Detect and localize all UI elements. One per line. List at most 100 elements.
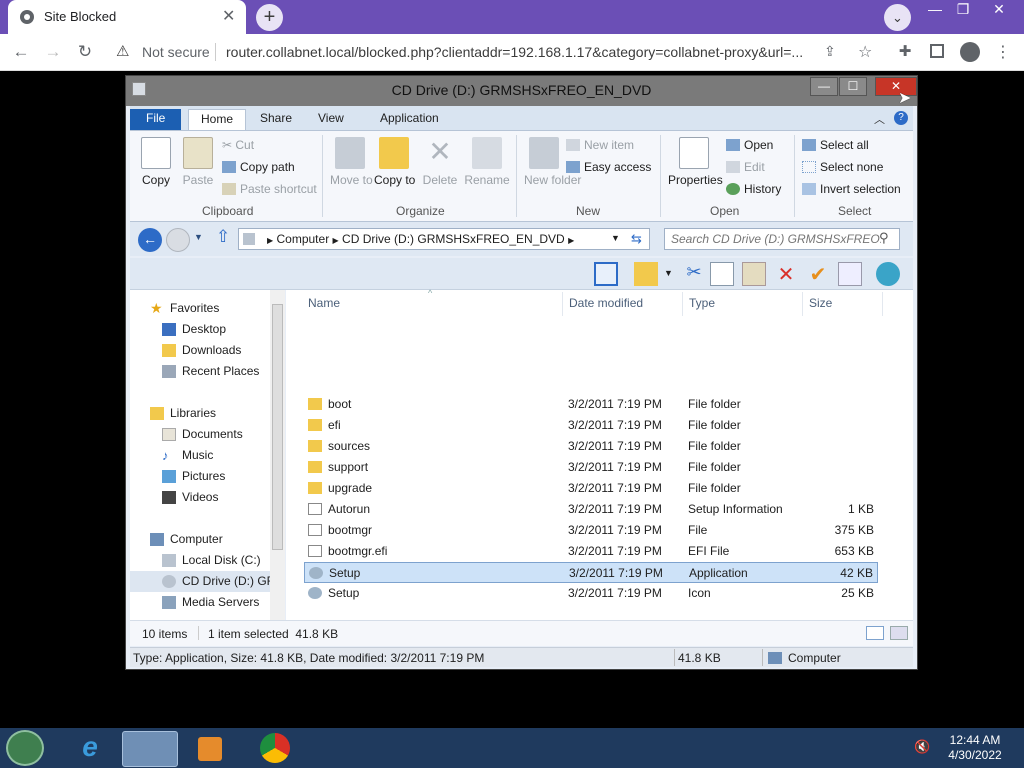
globe-icon[interactable] <box>876 262 900 286</box>
nav-libraries[interactable]: Libraries <box>146 403 216 424</box>
browser-close-button[interactable]: ✕ <box>986 0 1012 18</box>
properties-button[interactable]: Properties <box>668 137 723 187</box>
search-icon[interactable]: ⚲ <box>879 230 889 246</box>
forward-arrow-icon[interactable] <box>166 228 190 252</box>
help-icon[interactable]: ? <box>894 111 908 125</box>
copy-button[interactable]: Copy <box>138 137 174 187</box>
address-dropdown-icon[interactable]: ▼ <box>611 233 620 243</box>
recent-locations-chevron-icon[interactable]: ▼ <box>194 232 203 242</box>
select-none-button[interactable]: Select none <box>802 160 883 174</box>
checkmark-icon[interactable]: ✔ <box>806 262 830 286</box>
back-arrow-icon[interactable]: ← <box>10 42 32 62</box>
bookmark-star-icon[interactable]: ☆ <box>858 42 872 62</box>
history-button[interactable]: History <box>726 182 781 196</box>
column-divider[interactable] <box>882 292 883 316</box>
column-header-date[interactable]: Date modified <box>569 296 643 310</box>
ribbon-collapse-icon[interactable]: ︿ <box>874 111 885 127</box>
media-player-icon[interactable] <box>186 731 234 767</box>
extensions-puzzle-icon[interactable]: ✚ <box>894 42 916 60</box>
paste-button[interactable]: Paste <box>180 137 216 187</box>
details-view-icon[interactable] <box>866 626 884 640</box>
breadcrumb-computer[interactable]: Computer <box>277 232 330 246</box>
move-to-button[interactable]: Move to <box>330 137 373 187</box>
profile-avatar-icon[interactable] <box>960 42 980 62</box>
back-arrow-icon[interactable]: ← <box>138 228 162 252</box>
window-minimize-button[interactable]: — <box>810 77 838 96</box>
tab-file[interactable]: File <box>130 109 182 130</box>
tab-share[interactable]: Share <box>248 109 304 130</box>
folder-check-icon[interactable] <box>634 262 658 286</box>
system-clock[interactable]: 12:44 AM 4/30/2022 <box>934 733 1016 763</box>
scissors-icon[interactable]: ✂ <box>682 262 706 286</box>
nav-videos[interactable]: Videos <box>158 487 218 508</box>
paste-shortcut-button[interactable]: Paste shortcut <box>222 182 317 196</box>
nav-pictures[interactable]: Pictures <box>158 466 225 487</box>
file-row[interactable]: boot 3/2/2011 7:19 PM File folder <box>304 394 878 415</box>
new-item-button[interactable]: New item <box>566 138 634 152</box>
file-row[interactable]: sources 3/2/2011 7:19 PM File folder <box>304 436 878 457</box>
nav-desktop[interactable]: Desktop <box>158 319 226 340</box>
file-row[interactable]: upgrade 3/2/2011 7:19 PM File folder <box>304 478 878 499</box>
dropdown-chevron-icon[interactable]: ▼ <box>664 268 673 278</box>
column-header-type[interactable]: Type <box>689 296 715 310</box>
file-explorer-icon[interactable] <box>122 731 178 767</box>
tab-search-button[interactable]: ⌄ <box>884 4 911 31</box>
chrome-browser-icon[interactable] <box>260 733 290 763</box>
easy-access-button[interactable]: Easy access <box>566 160 651 174</box>
tab-view[interactable]: View <box>306 109 356 130</box>
file-row[interactable]: Setup 3/2/2011 7:19 PM Icon 25 KB <box>304 583 878 604</box>
nav-local-disk[interactable]: Local Disk (C:) <box>158 550 261 571</box>
column-divider[interactable] <box>562 292 563 316</box>
open-button[interactable]: Open <box>726 138 773 152</box>
window-maximize-button[interactable]: ☐ <box>839 77 867 96</box>
file-row[interactable]: bootmgr.efi 3/2/2011 7:19 PM EFI File 65… <box>304 541 878 562</box>
browser-tab[interactable]: Site Blocked ✕ <box>8 0 246 34</box>
menu-kebab-icon[interactable]: ⋮ <box>992 42 1014 62</box>
breadcrumb-chevron-icon[interactable]: ▶ <box>267 236 273 245</box>
nav-downloads[interactable]: Downloads <box>158 340 241 361</box>
volume-muted-icon[interactable]: 🔇 <box>914 739 930 755</box>
tab-home[interactable]: Home <box>188 109 247 130</box>
address-bar[interactable]: ⚠ Not secure router.collabnet.local/bloc… <box>108 38 884 66</box>
browser-minimize-button[interactable]: — <box>922 0 948 18</box>
nav-computer[interactable]: Computer <box>146 529 223 550</box>
breadcrumb-chevron-icon[interactable]: ▶ <box>333 236 339 245</box>
nav-media-servers[interactable]: Media Servers <box>158 592 259 613</box>
internet-explorer-icon[interactable]: e <box>62 731 118 767</box>
large-icons-view-icon[interactable] <box>890 626 908 640</box>
file-row[interactable]: bootmgr 3/2/2011 7:19 PM File 375 KB <box>304 520 878 541</box>
nav-documents[interactable]: Documents <box>158 424 243 445</box>
search-input[interactable] <box>671 230 881 248</box>
file-row[interactable]: efi 3/2/2011 7:19 PM File folder <box>304 415 878 436</box>
edit-button[interactable]: Edit <box>726 160 765 174</box>
reload-icon[interactable]: ↻ <box>74 42 96 62</box>
nav-scrollbar-thumb[interactable] <box>272 304 283 550</box>
forward-arrow-icon[interactable]: → <box>42 42 64 62</box>
nav-scrollbar[interactable] <box>270 290 285 620</box>
tab-application[interactable]: Application <box>368 109 451 130</box>
column-divider[interactable] <box>802 292 803 316</box>
url-text[interactable]: router.collabnet.local/blocked.php?clien… <box>226 44 820 60</box>
invert-selection-button[interactable]: Invert selection <box>802 182 901 196</box>
new-folder-button[interactable]: New folder <box>524 137 581 187</box>
nav-music[interactable]: ♪ Music <box>158 445 213 466</box>
file-row-selected[interactable]: Setup 3/2/2011 7:19 PM Application 42 KB <box>304 562 878 583</box>
column-header-size[interactable]: Size <box>809 296 832 310</box>
breadcrumb-chevron-icon[interactable]: ▶ <box>568 236 574 245</box>
new-tab-button[interactable]: + <box>256 4 283 31</box>
security-status[interactable]: Not secure <box>142 44 210 60</box>
up-arrow-icon[interactable]: ⇧ <box>216 227 230 247</box>
column-header-name[interactable]: Name <box>308 296 340 310</box>
search-box[interactable]: ⚲ <box>664 228 900 250</box>
nav-cd-drive[interactable]: CD Drive (D:) GRM <box>130 571 285 592</box>
copy-path-button[interactable]: Copy path <box>222 160 295 174</box>
preview-pane-icon[interactable] <box>594 262 618 286</box>
file-row[interactable]: support 3/2/2011 7:19 PM File folder <box>304 457 878 478</box>
warning-triangle-icon[interactable]: ⚠ <box>116 42 129 60</box>
cut-button[interactable]: ✂ Cut <box>222 138 254 152</box>
delete-button[interactable]: ✕ Delete <box>420 137 460 188</box>
nav-recent-places[interactable]: Recent Places <box>158 361 259 382</box>
rename-button[interactable]: Rename <box>464 137 510 187</box>
column-divider[interactable] <box>682 292 683 316</box>
path-breadcrumb[interactable]: ▶ Computer ▶ CD Drive (D:) GRMSHSxFREO_E… <box>238 228 650 250</box>
